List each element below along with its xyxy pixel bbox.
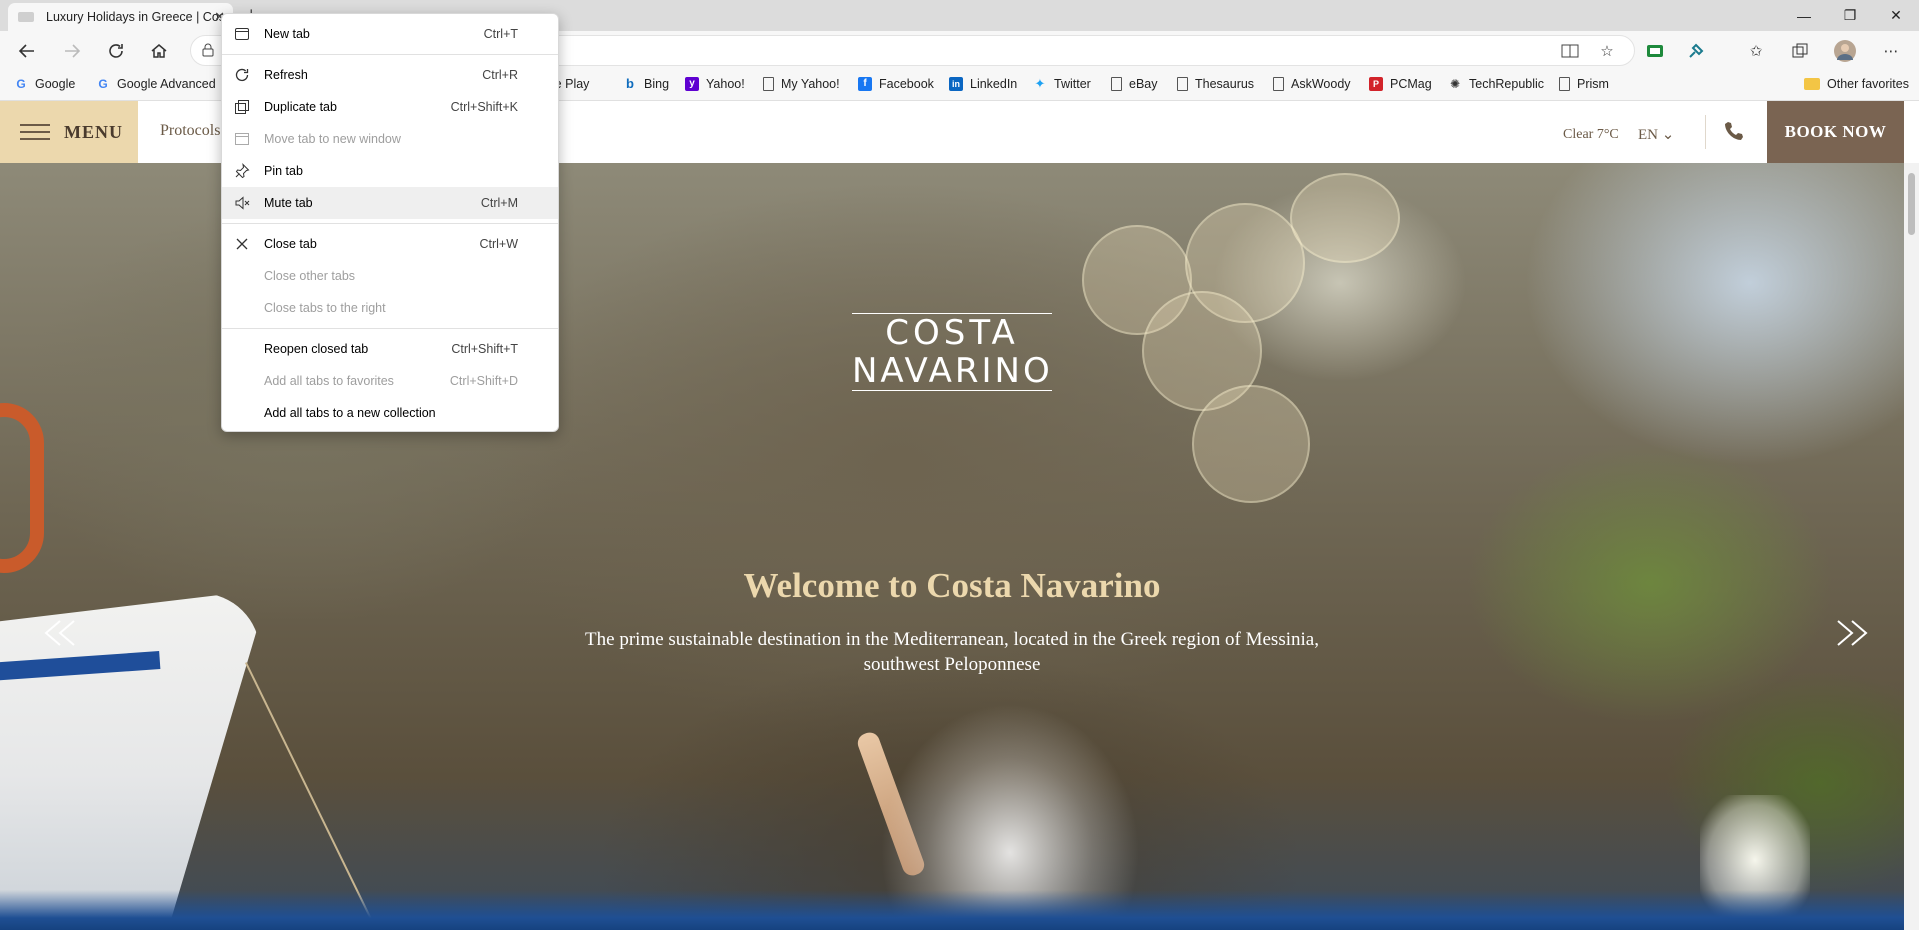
header-divider <box>1705 115 1706 149</box>
lens-flare <box>1290 173 1400 263</box>
boat-hull <box>0 593 260 923</box>
google-icon: G <box>16 77 26 91</box>
bookmark-yahoo[interactable]: y Yahoo! <box>685 77 745 91</box>
page-icon <box>1273 77 1284 91</box>
language-selector[interactable]: EN ⌄ <box>1638 125 1674 144</box>
bookmark-thesaurus[interactable]: Thesaurus <box>1177 77 1254 91</box>
close-window-icon[interactable]: ✕ <box>1873 0 1919 31</box>
page-icon <box>1177 77 1188 91</box>
scrollbar-thumb[interactable] <box>1908 173 1915 235</box>
logo-line-2: NAVARINO <box>852 351 1053 391</box>
menu-item-add-all-tabs-to-collection[interactable]: Add all tabs to a new collection <box>222 397 558 429</box>
hero-heading: Welcome to Costa Navarino <box>743 566 1161 605</box>
new-window-icon <box>235 133 249 145</box>
immersive-reader-icon[interactable] <box>1555 37 1585 65</box>
extension-green-icon[interactable] <box>1640 37 1670 65</box>
menu-item-pin-tab[interactable]: Pin tab <box>222 155 558 187</box>
favorites-icon[interactable]: ✩ <box>1741 37 1771 65</box>
profile-avatar[interactable] <box>1830 37 1860 65</box>
bookmark-google[interactable]: G Google <box>14 77 75 91</box>
site-favicon-icon <box>18 12 34 22</box>
yahoo-icon: y <box>685 77 699 91</box>
tab-context-menu: New tab Ctrl+T Refresh Ctrl+R Duplicate … <box>221 13 559 432</box>
refresh-icon[interactable] <box>100 37 132 65</box>
linkedin-icon: in <box>949 77 963 91</box>
costa-navarino-logo: COSTA NAVARINO <box>852 313 1052 403</box>
bookmark-google-advanced[interactable]: G Google Advanced <box>96 77 215 91</box>
logo-line-1: COSTA <box>885 313 1019 353</box>
bookmark-facebook[interactable]: f Facebook <box>858 77 934 91</box>
language-code: EN <box>1638 127 1658 143</box>
menu-item-close-tabs-to-right: Close tabs to the right <box>264 301 386 315</box>
menu-item-close-tab[interactable]: Close tab Ctrl+W <box>222 228 558 260</box>
page-icon <box>1111 77 1122 91</box>
page-icon <box>763 77 774 91</box>
bookmark-prism[interactable]: Prism <box>1559 77 1609 91</box>
bookmark-pcmag[interactable]: P PCMag <box>1369 77 1432 91</box>
menu-item-duplicate-tab[interactable]: Duplicate tab Ctrl+Shift+K <box>222 91 558 123</box>
page-scrollbar[interactable] <box>1904 163 1919 930</box>
menu-item-move-tab-to-new-window: Move tab to new window <box>222 123 558 155</box>
facebook-icon: f <box>858 77 872 91</box>
bing-icon: b <box>626 76 634 91</box>
bookmark-techrepublic[interactable]: ✺ TechRepublic <box>1448 77 1544 91</box>
menu-item-refresh[interactable]: Refresh Ctrl+R <box>222 59 558 91</box>
menu-button[interactable]: MENU <box>0 101 138 163</box>
carousel-next-icon[interactable] <box>1822 618 1872 648</box>
browser-tab-active[interactable]: Luxury Holidays in Greece | Costa Navari… <box>8 3 233 31</box>
duplicate-icon <box>235 100 249 114</box>
pcmag-icon: P <box>1369 77 1383 91</box>
tab-title: Luxury Holidays in Greece | Costa Navari… <box>46 10 224 24</box>
protocols-link[interactable]: Protocols <box>160 122 220 140</box>
lifebuoy <box>0 403 44 573</box>
lens-flare <box>1192 385 1310 503</box>
bookmark-linkedin[interactable]: in LinkedIn <box>949 77 1017 91</box>
carousel-prev-icon[interactable] <box>40 618 90 648</box>
twitter-icon: ✦ <box>1034 76 1046 91</box>
restore-icon[interactable]: ❐ <box>1827 0 1873 31</box>
forward-arrow-icon <box>56 37 88 65</box>
bookmark-my-yahoo[interactable]: My Yahoo! <box>763 77 840 91</box>
folder-icon <box>1804 78 1820 90</box>
extension-puzzle-icon[interactable] <box>1681 37 1711 65</box>
refresh-icon <box>235 68 249 82</box>
menu-item-close-other-tabs: Close other tabs <box>264 269 356 283</box>
menu-label: MENU <box>64 121 123 142</box>
bookmark-bing[interactable]: b Bing <box>623 76 669 92</box>
sea <box>0 890 1904 930</box>
minimize-icon[interactable]: — <box>1781 0 1827 31</box>
other-favorites-folder[interactable]: Other favorites <box>1804 77 1909 91</box>
add-favorite-star-icon[interactable]: ☆ <box>1592 37 1622 65</box>
bookmark-askwoody[interactable]: AskWoody <box>1273 77 1351 91</box>
bookmark-ebay[interactable]: eBay <box>1111 77 1158 91</box>
book-now-button[interactable]: BOOK NOW <box>1767 101 1904 163</box>
menu-item-reopen-closed-tab[interactable]: Reopen closed tab Ctrl+Shift+T <box>222 333 558 365</box>
menu-item-mute-tab[interactable]: Mute tab Ctrl+M <box>222 187 558 219</box>
mute-icon <box>235 196 250 210</box>
hamburger-icon <box>20 124 50 140</box>
google-icon: G <box>98 77 108 91</box>
chevron-down-icon: ⌄ <box>1661 127 1675 143</box>
page-icon <box>1559 77 1570 91</box>
pin-icon <box>235 163 250 179</box>
phone-icon[interactable] <box>1722 119 1746 143</box>
menu-item-add-all-tabs-to-favorites: Add all tabs to favorites Ctrl+Shift+D <box>264 374 518 388</box>
close-icon <box>236 238 248 250</box>
back-arrow-icon[interactable] <box>11 37 43 65</box>
techrepublic-icon: ✺ <box>1449 77 1461 91</box>
lock-icon <box>202 43 214 57</box>
more-options-icon[interactable]: ⋯ <box>1876 37 1906 65</box>
home-icon[interactable] <box>143 37 175 65</box>
collections-icon[interactable] <box>1785 37 1815 65</box>
new-tab-icon <box>235 28 249 40</box>
bookmark-twitter[interactable]: ✦ Twitter <box>1033 76 1091 92</box>
weather-readout: Clear 7°C <box>1563 127 1619 142</box>
menu-item-new-tab[interactable]: New tab Ctrl+T <box>222 18 558 50</box>
hero-tagline: The prime sustainable destination in the… <box>585 629 1319 675</box>
